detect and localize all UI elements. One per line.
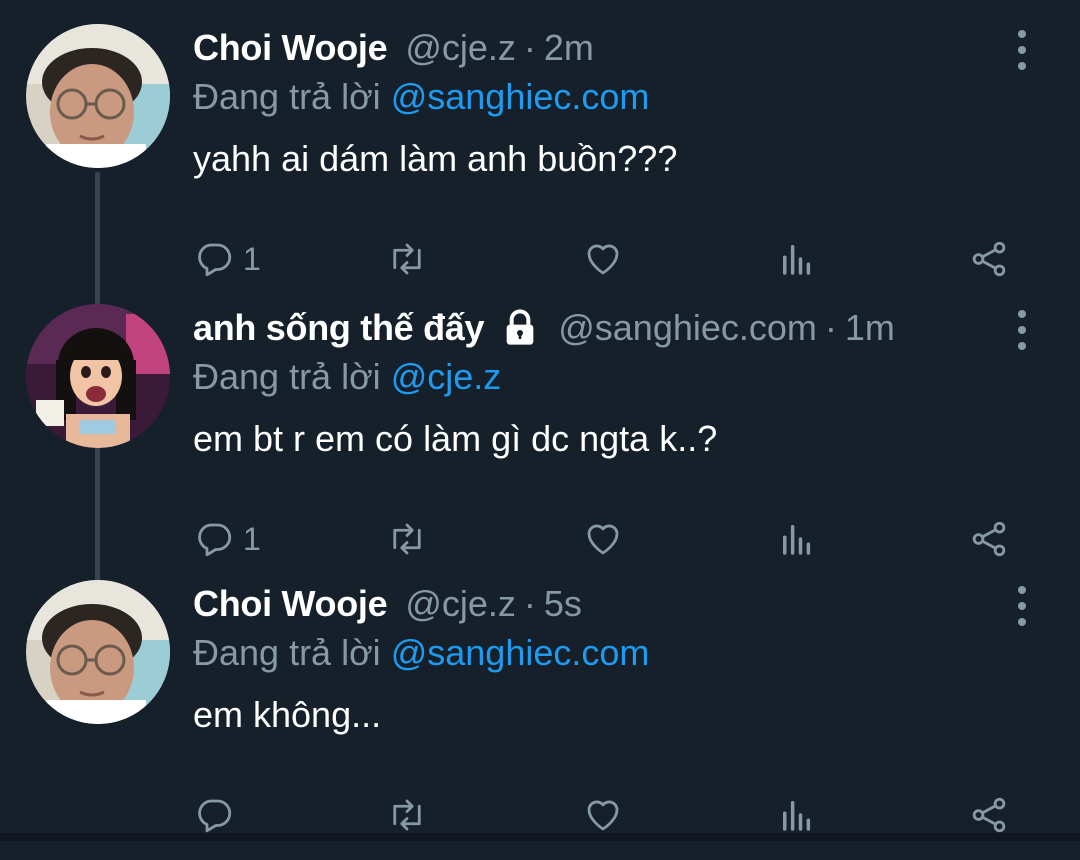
tweet[interactable]: anh sống thế đấy @sanghiec.com · 1m Đang… [0, 304, 1080, 584]
analytics-button[interactable] [776, 234, 818, 284]
tweet-header: Choi Wooje @cje.z · 5s [193, 580, 582, 628]
tweet-text: yahh ai dám làm anh buồn??? [193, 138, 678, 179]
user-handle[interactable]: @cje.z [405, 583, 516, 625]
timestamp[interactable]: 2m [544, 27, 594, 69]
more-options-icon[interactable] [1006, 30, 1038, 70]
avatar[interactable] [26, 304, 170, 448]
reply-count: 1 [243, 520, 261, 557]
retweet-icon [393, 799, 421, 831]
analytics-icon [783, 245, 811, 275]
reply-icon [198, 523, 232, 557]
retweet-button[interactable] [386, 234, 428, 284]
replying-to: Đang trả lời @cje.z [193, 356, 501, 398]
reply-icon [198, 243, 232, 277]
avatar-photo-boy-glasses [26, 24, 170, 168]
bottom-divider [0, 833, 1080, 841]
separator-dot: · [523, 27, 536, 68]
timestamp[interactable]: 1m [845, 307, 895, 349]
replying-to: Đang trả lời @sanghiec.com [193, 632, 649, 674]
share-icon [972, 241, 1006, 277]
heart-icon [587, 800, 619, 831]
analytics-icon [783, 801, 811, 831]
reply-count: 1 [243, 240, 261, 277]
mention-link[interactable]: @cje.z [391, 356, 502, 397]
display-name[interactable]: Choi Wooje [193, 583, 388, 625]
replying-to: Đang trả lời @sanghiec.com [193, 76, 649, 118]
tweet-text: em bt r em có làm gì dc ngta k..? [193, 418, 718, 459]
replying-to-label: Đang trả lời [193, 632, 381, 673]
analytics-icon [783, 525, 811, 555]
share-icon [972, 797, 1006, 833]
tweet[interactable]: Choi Wooje @cje.z · 5s Đang trả lời @san… [0, 580, 1080, 860]
reply-button[interactable]: 1 [193, 514, 261, 564]
retweet-icon [393, 243, 421, 275]
retweet-icon [393, 523, 421, 555]
mention-link[interactable]: @sanghiec.com [391, 632, 650, 673]
conversation-thread: Choi Wooje @cje.z · 2m Đang trả lời @san… [0, 0, 1080, 841]
separator-dot: · [523, 583, 536, 624]
more-options-icon[interactable] [1006, 586, 1038, 626]
replying-to-label: Đang trả lời [193, 356, 381, 397]
reply-icon [198, 799, 232, 833]
reply-button[interactable]: 1 [193, 234, 261, 284]
tweet-actions: 1 [0, 234, 1080, 284]
more-options-icon[interactable] [1006, 310, 1038, 350]
timestamp[interactable]: 5s [544, 583, 582, 625]
avatar-photo-boy-glasses [26, 580, 170, 724]
user-handle[interactable]: @cje.z [405, 27, 516, 69]
display-name[interactable]: Choi Wooje [193, 27, 388, 69]
share-icon [972, 521, 1006, 557]
tweet-header: Choi Wooje @cje.z · 2m [193, 24, 594, 72]
analytics-button[interactable] [776, 514, 818, 564]
share-button[interactable] [968, 234, 1010, 284]
heart-icon [587, 244, 619, 275]
avatar-cartoon-doll [26, 304, 170, 448]
like-button[interactable] [582, 234, 624, 284]
tweet-header: anh sống thế đấy @sanghiec.com · 1m [193, 304, 895, 352]
tweet[interactable]: Choi Wooje @cje.z · 2m Đang trả lời @san… [0, 24, 1080, 304]
mention-link[interactable]: @sanghiec.com [391, 76, 650, 117]
display-name[interactable]: anh sống thế đấy [193, 307, 485, 349]
avatar[interactable] [26, 24, 170, 168]
separator-dot: · [824, 307, 837, 348]
retweet-button[interactable] [386, 514, 428, 564]
heart-icon [587, 524, 619, 555]
like-button[interactable] [582, 514, 624, 564]
tweet-actions: 1 [0, 514, 1080, 564]
share-button[interactable] [968, 514, 1010, 564]
user-handle[interactable]: @sanghiec.com [558, 307, 817, 349]
lock-icon [506, 309, 534, 345]
avatar[interactable] [26, 580, 170, 724]
replying-to-label: Đang trả lời [193, 76, 381, 117]
tweet-text: em không... [193, 694, 382, 735]
